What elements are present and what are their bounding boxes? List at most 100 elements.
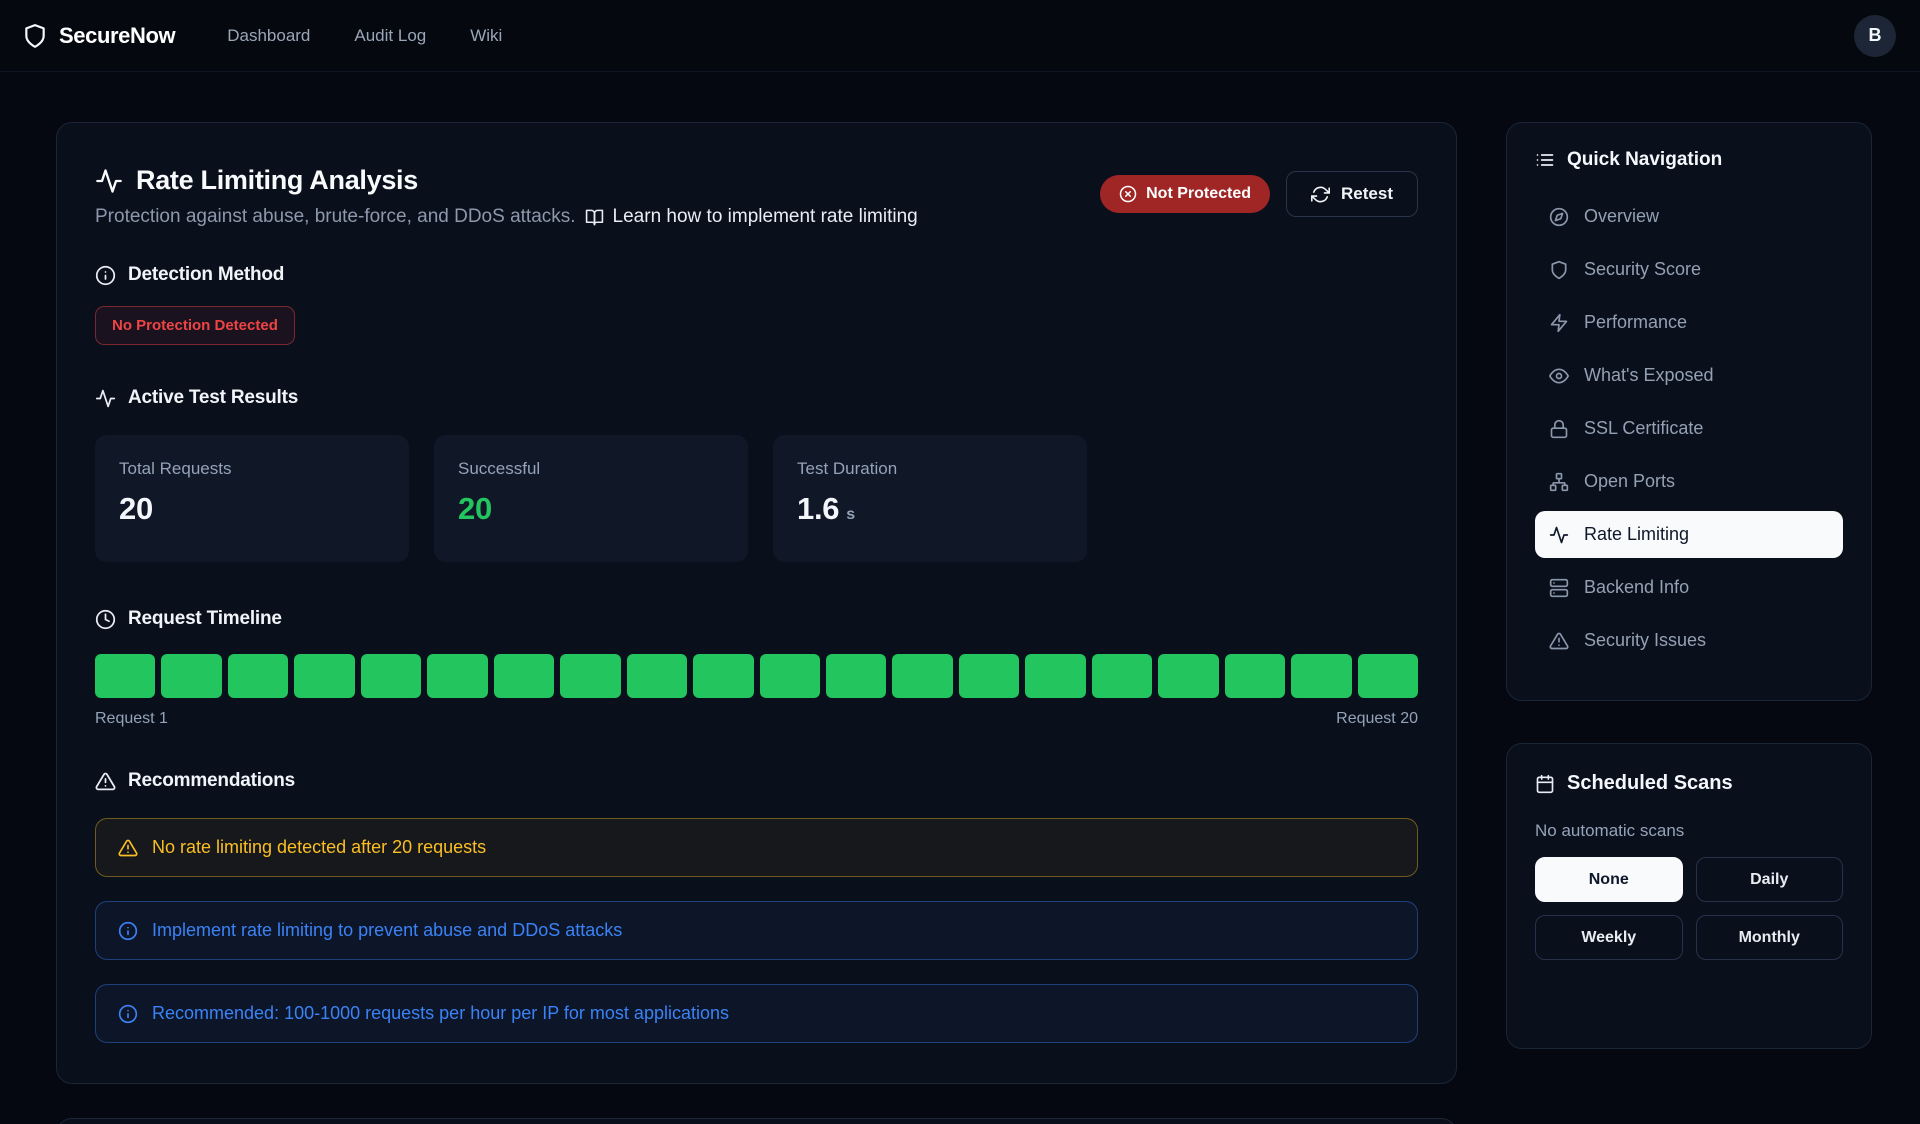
- timeline-block-success: [760, 654, 820, 698]
- server-icon: [1549, 578, 1569, 598]
- stats-row: Total Requests20Successful20Test Duratio…: [95, 435, 1418, 562]
- alert-triangle-icon: [1549, 631, 1569, 651]
- sidebar-item-rate-limiting[interactable]: Rate Limiting: [1535, 511, 1843, 558]
- avatar-initial: B: [1869, 25, 1882, 46]
- scan-option-none[interactable]: None: [1535, 857, 1683, 902]
- recommendation-info: Implement rate limiting to prevent abuse…: [95, 901, 1418, 960]
- timeline-block-success: [1158, 654, 1218, 698]
- stat-label: Test Duration: [797, 459, 1063, 479]
- sidebar-item-what-s-exposed[interactable]: What's Exposed: [1535, 352, 1843, 399]
- brand-name: SecureNow: [59, 23, 175, 49]
- recommendation-text: Implement rate limiting to prevent abuse…: [152, 920, 622, 941]
- retest-button-label: Retest: [1341, 184, 1393, 204]
- user-avatar[interactable]: B: [1854, 15, 1896, 57]
- timeline-block-success: [892, 654, 952, 698]
- timeline-block-success: [693, 654, 753, 698]
- activity-icon: [95, 167, 123, 195]
- timeline-block-success: [95, 654, 155, 698]
- refresh-icon: [1311, 185, 1330, 204]
- recommendation-text: Recommended: 100-1000 requests per hour …: [152, 1003, 729, 1024]
- stat-value: 20: [119, 491, 385, 527]
- sidebar-item-label: Rate Limiting: [1584, 524, 1689, 545]
- top-nav-bar: SecureNow Dashboard Audit Log Wiki B: [0, 0, 1920, 72]
- scan-status-text: No automatic scans: [1535, 821, 1843, 841]
- stat-label: Successful: [458, 459, 724, 479]
- book-open-icon: [585, 208, 604, 227]
- calendar-icon: [1535, 774, 1555, 794]
- timeline-block-success: [228, 654, 288, 698]
- recommendations-list: No rate limiting detected after 20 reque…: [95, 818, 1418, 1043]
- timeline-block-success: [161, 654, 221, 698]
- timeline-block-success: [959, 654, 1019, 698]
- sidebar-item-label: Backend Info: [1584, 577, 1689, 598]
- detection-heading-text: Detection Method: [128, 264, 284, 286]
- timeline-heading-text: Request Timeline: [128, 608, 282, 630]
- page-title: Rate Limiting Analysis: [95, 165, 918, 196]
- scan-option-weekly[interactable]: Weekly: [1535, 915, 1683, 960]
- detection-method-heading: Detection Method: [95, 264, 1418, 286]
- info-icon: [118, 921, 138, 941]
- stat-card-test-duration: Test Duration 1.6s: [773, 435, 1087, 562]
- sidebar-item-ssl-certificate[interactable]: SSL Certificate: [1535, 405, 1843, 452]
- scan-option-daily[interactable]: Daily: [1696, 857, 1844, 902]
- header-actions: Not Protected Retest: [1100, 171, 1418, 217]
- timeline-block-success: [361, 654, 421, 698]
- activity-icon: [1549, 525, 1569, 545]
- rate-limiting-panel: Rate Limiting Analysis Protection agains…: [56, 122, 1457, 1084]
- learn-rate-limiting-link[interactable]: Learn how to implement rate limiting: [585, 206, 918, 228]
- top-nav-links: Dashboard Audit Log Wiki: [227, 26, 1854, 46]
- next-panel-edge: [56, 1118, 1457, 1124]
- info-icon: [118, 1004, 138, 1024]
- scan-option-monthly[interactable]: Monthly: [1696, 915, 1844, 960]
- sidebar-item-label: Overview: [1584, 206, 1659, 227]
- no-protection-badge: No Protection Detected: [95, 306, 295, 345]
- timeline-end-label: Request 20: [1336, 710, 1418, 728]
- sidebar-item-backend-info[interactable]: Backend Info: [1535, 564, 1843, 611]
- page-title-text: Rate Limiting Analysis: [136, 165, 418, 196]
- stat-unit: s: [846, 506, 855, 523]
- shield-icon: [1549, 260, 1569, 280]
- sidebar-item-performance[interactable]: Performance: [1535, 299, 1843, 346]
- nav-link-wiki[interactable]: Wiki: [470, 26, 502, 46]
- learn-link-text: Learn how to implement rate limiting: [613, 206, 918, 228]
- request-timeline-heading: Request Timeline: [95, 608, 1418, 630]
- results-heading-text: Active Test Results: [128, 387, 298, 409]
- timeline-start-label: Request 1: [95, 710, 168, 728]
- sidebar-item-label: Performance: [1584, 312, 1687, 333]
- sidebar-item-label: Security Score: [1584, 259, 1701, 280]
- page-subtitle: Protection against abuse, brute-force, a…: [95, 206, 918, 228]
- timeline-block-success: [627, 654, 687, 698]
- sidebar-item-security-issues[interactable]: Security Issues: [1535, 617, 1843, 664]
- stat-card-successful: Successful20: [434, 435, 748, 562]
- clock-icon: [95, 609, 116, 630]
- request-timeline: [95, 654, 1418, 698]
- recommendations-heading: Recommendations: [95, 770, 1418, 792]
- alert-triangle-icon: [118, 838, 138, 858]
- eye-icon: [1549, 366, 1569, 386]
- scheduled-scans-card: Scheduled Scans No automatic scans NoneD…: [1506, 743, 1872, 1049]
- brand[interactable]: SecureNow: [22, 23, 175, 49]
- quick-navigation-items: Overview Security Score Performance What's …: [1535, 193, 1843, 664]
- sidebar-item-overview[interactable]: Overview: [1535, 193, 1843, 240]
- sidebar-item-label: What's Exposed: [1584, 365, 1714, 386]
- shield-logo-icon: [22, 23, 48, 49]
- retest-button[interactable]: Retest: [1286, 171, 1418, 217]
- quick-navigation-header: Quick Navigation: [1535, 149, 1843, 171]
- timeline-labels: Request 1 Request 20: [95, 710, 1418, 728]
- timeline-block-success: [560, 654, 620, 698]
- stat-card-total-requests: Total Requests20: [95, 435, 409, 562]
- nav-link-dashboard[interactable]: Dashboard: [227, 26, 310, 46]
- sidebar-item-security-score[interactable]: Security Score: [1535, 246, 1843, 293]
- activity-icon: [95, 388, 116, 409]
- zap-icon: [1549, 313, 1569, 333]
- panel-header: Rate Limiting Analysis Protection agains…: [95, 165, 1418, 228]
- sidebar-item-label: SSL Certificate: [1584, 418, 1703, 439]
- timeline-block-success: [294, 654, 354, 698]
- sidebar-item-open-ports[interactable]: Open Ports: [1535, 458, 1843, 505]
- detection-method-section: Detection Method No Protection Detected: [95, 264, 1418, 387]
- stat-value: 1.6s: [797, 491, 1063, 527]
- timeline-block-success: [826, 654, 886, 698]
- nav-link-audit-log[interactable]: Audit Log: [354, 26, 426, 46]
- timeline-block-success: [427, 654, 487, 698]
- timeline-block-success: [1025, 654, 1085, 698]
